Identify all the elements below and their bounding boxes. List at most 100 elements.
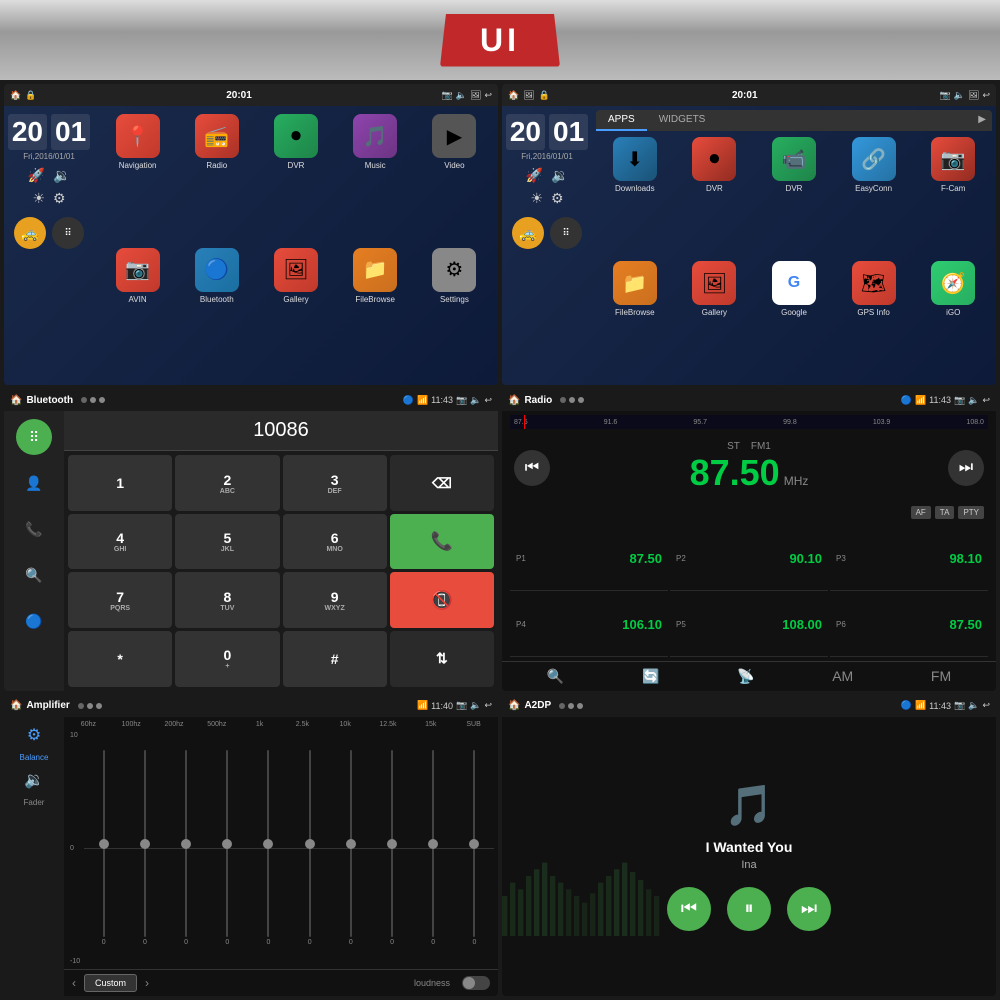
key-backspace[interactable]: ⌫ bbox=[390, 455, 494, 511]
slider-1k[interactable]: 0 bbox=[249, 732, 288, 965]
slider-100hz[interactable]: 0 bbox=[125, 732, 164, 965]
key-call[interactable]: 📞 bbox=[390, 514, 494, 570]
radio-am-btn[interactable]: AM bbox=[832, 668, 853, 685]
slider-2k5[interactable]: 0 bbox=[290, 732, 329, 965]
preset-p2[interactable]: P2 90.10 bbox=[670, 527, 828, 591]
key-8[interactable]: 8TUV bbox=[175, 572, 279, 628]
key-1[interactable]: 1 bbox=[68, 455, 172, 511]
preset-p4[interactable]: P4 106.10 bbox=[510, 593, 668, 657]
wifi-icon-s6: 📶 bbox=[915, 700, 926, 711]
radio-fm-btn[interactable]: FM bbox=[931, 668, 951, 685]
slider-500hz[interactable]: 0 bbox=[208, 732, 247, 965]
app-avin[interactable]: 📷 AVIN bbox=[100, 248, 175, 378]
app-downloads[interactable]: ⬇ Downloads bbox=[598, 137, 672, 255]
apps-button-s2[interactable]: ⠿ bbox=[550, 217, 582, 249]
app-igo[interactable]: 🧭 iGO bbox=[916, 261, 990, 379]
key-2[interactable]: 2ABC bbox=[175, 455, 279, 511]
key-transfer[interactable]: ⇅ bbox=[390, 631, 494, 687]
eq-preset-custom-btn[interactable]: Custom bbox=[84, 974, 137, 992]
igo-icon: 🧭 bbox=[931, 261, 975, 305]
tag-af[interactable]: AF bbox=[911, 506, 931, 519]
tag-pty[interactable]: PTY bbox=[958, 506, 984, 519]
screen-a2dp: 🏠 A2DP 🔵 📶 11:43 📷 🔈 ↩ bbox=[502, 695, 996, 996]
calls-btn[interactable]: 📞 bbox=[16, 511, 52, 547]
tag-ta[interactable]: TA bbox=[935, 506, 955, 519]
volume-icon-eq[interactable]: 🔉 bbox=[8, 770, 60, 790]
dot3-s4 bbox=[578, 397, 584, 403]
next-track-btn[interactable]: ⏭ bbox=[787, 887, 831, 931]
key-7[interactable]: 7PQRS bbox=[68, 572, 172, 628]
tab-apps[interactable]: APPS bbox=[596, 110, 647, 131]
preset-p6[interactable]: P6 87.50 bbox=[830, 593, 988, 657]
app-gpsinfo[interactable]: 🗺 GPS Info bbox=[837, 261, 911, 379]
p4-label: P4 bbox=[516, 620, 526, 629]
search-btn[interactable]: 🔍 bbox=[16, 557, 52, 593]
eq-prev-arrow[interactable]: ‹ bbox=[72, 976, 76, 990]
cab-button[interactable]: 🚕 bbox=[14, 217, 46, 249]
slider-15k[interactable]: 0 bbox=[414, 732, 453, 965]
radio-prev-btn[interactable]: ⏮ bbox=[514, 450, 550, 486]
fader-label: Fader bbox=[8, 798, 60, 807]
key-4[interactable]: 4GHI bbox=[68, 514, 172, 570]
app-navigation[interactable]: 📍 Navigation bbox=[100, 114, 175, 244]
app-settings[interactable]: ⚙ Settings bbox=[417, 248, 492, 378]
app-fcam[interactable]: 📷 F-Cam bbox=[916, 137, 990, 255]
tab-widgets[interactable]: WIDGETS bbox=[647, 110, 718, 131]
prev-track-btn[interactable]: ⏮ bbox=[667, 887, 711, 931]
key-3[interactable]: 3DEF bbox=[283, 455, 387, 511]
app-music[interactable]: 🎵 Music bbox=[338, 114, 413, 244]
bt-settings-btn[interactable]: 🔵 bbox=[16, 603, 52, 639]
key-hash[interactable]: # bbox=[283, 631, 387, 687]
app-radio[interactable]: 📻 Radio bbox=[179, 114, 254, 244]
header-dots-s5 bbox=[78, 703, 102, 709]
radio-next-btn[interactable]: ⏭ bbox=[948, 450, 984, 486]
key-0[interactable]: 0+ bbox=[175, 631, 279, 687]
time-s4: 11:43 bbox=[929, 395, 951, 405]
preset-p1[interactable]: P1 87.50 bbox=[510, 527, 668, 591]
dialpad-btn[interactable]: ⠿ bbox=[16, 419, 52, 455]
tab-store[interactable]: ▶ bbox=[972, 110, 992, 131]
key-9[interactable]: 9WXYZ bbox=[283, 572, 387, 628]
app-bluetooth[interactable]: 🔵 Bluetooth bbox=[179, 248, 254, 378]
app-gallery[interactable]: 🖼 Gallery bbox=[258, 248, 333, 378]
radio-antenna-btn[interactable]: 📡 bbox=[737, 668, 754, 685]
speaker-icon-s2: 🔉 bbox=[551, 167, 568, 184]
app-dvr3[interactable]: 📹 DVR bbox=[757, 137, 831, 255]
app-filebrowse2[interactable]: 📁 FileBrowse bbox=[598, 261, 672, 379]
clock-date-2: Fri,2016/01/01 bbox=[506, 152, 588, 161]
freq-99: 99.8 bbox=[783, 419, 797, 426]
slider-10k[interactable]: 0 bbox=[331, 732, 370, 965]
contacts-btn[interactable]: 👤 bbox=[16, 465, 52, 501]
preset-p5[interactable]: P5 108.00 bbox=[670, 593, 828, 657]
loudness-toggle[interactable] bbox=[462, 976, 490, 990]
key-6[interactable]: 6MNO bbox=[283, 514, 387, 570]
apps-grid: 📍 Navigation 📻 Radio ⏺ DVR 🎵 Music ▶ bbox=[94, 106, 498, 385]
eq-sliders-icon[interactable]: ⚙ bbox=[8, 725, 60, 745]
slider-sub[interactable]: 0 bbox=[455, 732, 494, 965]
app-easyconn[interactable]: 🔗 EasyConn bbox=[837, 137, 911, 255]
app-dvr[interactable]: ⏺ DVR bbox=[258, 114, 333, 244]
key-star[interactable]: * bbox=[68, 631, 172, 687]
slider-200hz[interactable]: 0 bbox=[167, 732, 206, 965]
app-google[interactable]: G Google bbox=[757, 261, 831, 379]
dvr2-label: DVR bbox=[706, 184, 723, 193]
slider-12k5[interactable]: 0 bbox=[372, 732, 411, 965]
radio-search-btn[interactable]: 🔍 bbox=[547, 668, 564, 685]
freq-87: 87.5 bbox=[514, 419, 528, 426]
radio-repeat-btn[interactable]: 🔄 bbox=[642, 668, 659, 685]
top-banner: UI bbox=[0, 0, 1000, 80]
key-5[interactable]: 5JKL bbox=[175, 514, 279, 570]
play-pause-btn[interactable]: ⏸ bbox=[727, 887, 771, 931]
apps-button[interactable]: ⠿ bbox=[52, 217, 84, 249]
eq-next-arrow[interactable]: › bbox=[145, 976, 149, 990]
app-dvr2[interactable]: ⏺ DVR bbox=[678, 137, 752, 255]
app-video[interactable]: ▶ Video bbox=[417, 114, 492, 244]
preset-p3[interactable]: P3 98.10 bbox=[830, 527, 988, 591]
p1-freq: 87.50 bbox=[629, 551, 662, 566]
cab-button-s2[interactable]: 🚕 bbox=[512, 217, 544, 249]
slider-60hz[interactable]: 0 bbox=[84, 732, 123, 965]
app-filebrowse[interactable]: 📁 FileBrowse bbox=[338, 248, 413, 378]
app-gallery2[interactable]: 🖼 Gallery bbox=[678, 261, 752, 379]
cam-icon-s4: 📷 bbox=[954, 395, 965, 406]
key-hangup[interactable]: 📵 bbox=[390, 572, 494, 628]
